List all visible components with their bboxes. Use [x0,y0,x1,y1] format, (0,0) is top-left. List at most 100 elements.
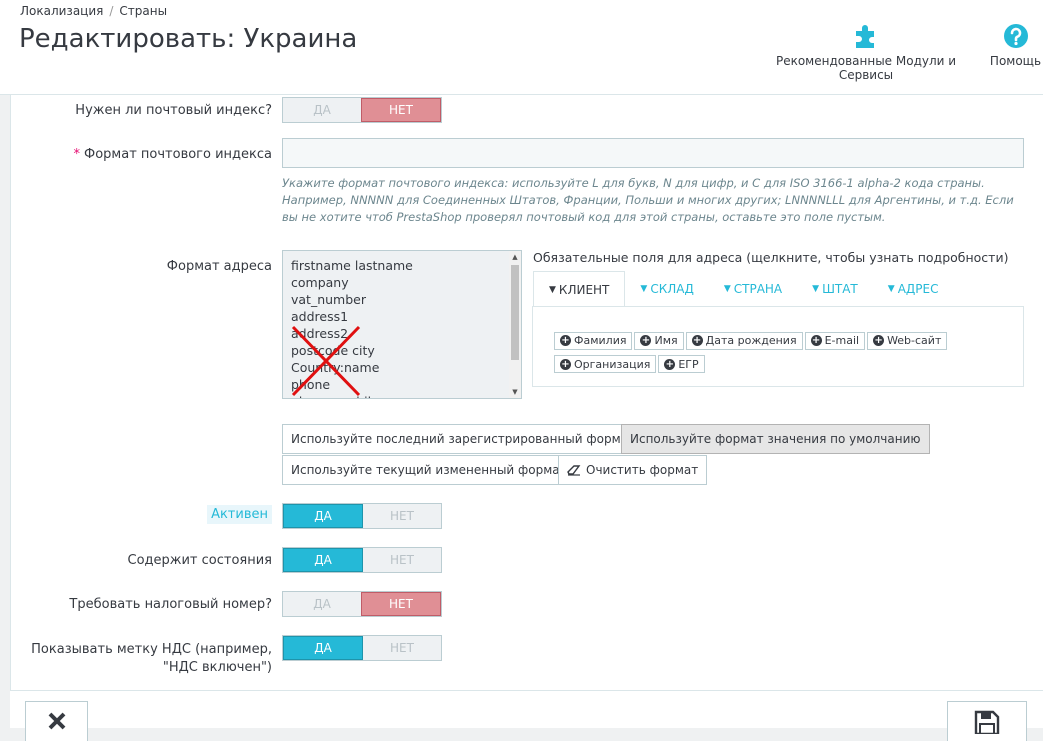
active-switch[interactable]: ДА НЕТ [282,503,442,529]
display-tax-switch[interactable]: ДА НЕТ [282,635,442,661]
address-line: vat_number [291,292,366,307]
chip-label: Организация [574,357,651,371]
address-format-label: Формат адреса [166,259,272,274]
clear-format-label: Очистить формат [586,463,699,477]
use-current-format-button[interactable]: Используйте текущий измененный формат [282,455,576,485]
active-no[interactable]: НЕТ [363,504,441,528]
chip-website[interactable]: + Web-сайт [867,331,948,350]
contains-states-yes[interactable]: ДА [283,548,363,572]
caret-down-icon: ▼ [723,284,731,294]
caret-down-icon: ▼ [887,284,895,294]
page-title: Редактировать: Украина [19,24,358,54]
contains-states-no[interactable]: НЕТ [363,548,441,572]
red-cross-mark-icon [291,325,361,397]
address-line: firstname lastname [291,258,413,273]
contains-states-switch[interactable]: ДА НЕТ [282,547,442,573]
chip-lastname[interactable]: + Фамилия [554,331,633,350]
chip-label: Дата рождения [705,334,797,347]
scrollbar-thumb[interactable] [511,265,519,360]
use-last-saved-format-button[interactable]: Используйте последний зарегистрированный… [282,424,644,454]
breadcrumb-item-localization[interactable]: Локализация [20,4,103,18]
required-fields-title: Обязательные поля для адреса (щелкните, … [533,250,1009,265]
tab-label: КЛИЕНТ [558,282,610,297]
required-fields-panel: + Фамилия + Имя + Дата рождения + E-mail + Web-са… [532,306,1024,387]
help-button[interactable]: Помощь [988,18,1043,68]
address-format-textarea[interactable]: firstname lastname company vat_number ad… [282,250,522,399]
country-form-panel: Нужен ли почтовый индекс? ДА НЕТ * Формат… [10,95,1043,690]
plus-circle-icon: + [664,358,676,370]
tab-warehouse[interactable]: ▼ СКЛАД [625,271,708,307]
chip-label: Имя [654,334,678,347]
clear-format-button[interactable]: Очистить формат [558,455,708,485]
question-circle-icon [988,18,1043,54]
scroll-down-arrow-icon[interactable]: ▼ [509,386,521,398]
tab-customer[interactable]: ▼ КЛИЕНТ [533,271,626,307]
tab-state[interactable]: ▼ ШТАТ [797,271,873,307]
display-tax-label-line1: Показывать метку НДС (например, [31,642,272,657]
active-yes[interactable]: ДА [283,504,363,528]
puzzle-icon [753,18,979,54]
need-tax-id-yes[interactable]: ДА [283,592,361,616]
plus-circle-icon: + [873,335,885,346]
close-icon [48,712,65,730]
form-footer [10,690,1043,741]
active-label: Активен [11,505,272,524]
zip-format-help: Укажите формат почтового индекса: исполь… [282,176,1014,224]
recommended-modules-button[interactable]: Рекомендованные Модули и Сервисы [753,18,979,82]
need-zip-yes[interactable]: ДА [283,98,361,122]
address-line: company [291,275,349,290]
address-format-scrollbar[interactable]: ▲ ▼ [509,251,521,398]
plus-circle-icon: + [691,335,703,346]
eraser-icon [567,465,581,476]
active-label-text: Активен [207,505,272,524]
chip-label: ЕГР [678,357,699,371]
need-zip-no[interactable]: НЕТ [361,98,441,122]
tab-label: АДРЕС [897,282,939,296]
floppy-disk-icon [974,710,1000,734]
need-zip-switch[interactable]: ДА НЕТ [282,97,442,123]
required-asterisk: * [73,147,81,162]
page-header: Локализация / Страны Редактировать: Украин… [0,0,1043,95]
help-label: Помощь [989,54,1042,68]
tab-address[interactable]: ▼ АДРЕС [873,271,954,307]
zip-format-label-text: Формат почтового индекса [84,147,272,162]
chip-birthday[interactable]: + Дата рождения [685,331,803,350]
recommended-modules-label: Рекомендованные Модули и Сервисы [775,54,957,82]
chip-siret[interactable]: + ЕГР [658,355,705,373]
display-tax-no[interactable]: НЕТ [363,636,441,660]
breadcrumb-item-countries[interactable]: Страны [119,4,167,18]
chip-firstname[interactable]: + Имя [634,331,684,350]
field-chips: + Фамилия + Имя + Дата рождения + E-mail + Web-са… [554,328,994,375]
caret-down-icon: ▼ [549,284,556,295]
use-default-format-button[interactable]: Используйте формат значения по умолчанию [621,424,930,454]
need-tax-id-label: Требовать налоговый номер? [69,597,272,612]
save-button[interactable] [947,701,1027,741]
contains-states-label: Содержит состояния [127,553,273,568]
chip-label: Web-сайт [887,334,942,347]
scroll-up-arrow-icon[interactable]: ▲ [509,251,521,263]
chip-label: Фамилия [574,334,627,347]
caret-down-icon: ▼ [640,284,648,294]
tab-label: СКЛАД [650,282,694,296]
zip-format-label: * Формат почтового индекса [11,147,272,162]
caret-down-icon: ▼ [812,284,820,294]
chip-email[interactable]: + E-mail [804,331,866,350]
cancel-button[interactable] [25,701,88,741]
chip-company[interactable]: + Организация [554,355,657,373]
need-zip-label: Нужен ли почтовый индекс? [75,103,272,118]
display-tax-yes[interactable]: ДА [283,636,363,660]
tab-country[interactable]: ▼ СТРАНА [709,271,797,307]
zip-format-input[interactable] [282,138,1024,168]
need-tax-id-no[interactable]: НЕТ [361,592,441,616]
chip-label: E-mail [824,334,860,347]
tab-label: ШТАТ [822,282,858,296]
required-fields-tabs: ▼ КЛИЕНТ ▼ СКЛАД ▼ СТРАНА ▼ ШТАТ ▼ АДРЕС [533,271,953,307]
breadcrumb: Локализация / Страны [20,4,167,18]
need-tax-id-switch[interactable]: ДА НЕТ [282,591,442,617]
plus-circle-icon: + [810,335,822,346]
display-tax-label-line2: "НДС включен") [162,660,272,675]
tab-label: СТРАНА [733,282,783,296]
breadcrumb-separator: / [109,4,114,18]
display-tax-label: Показывать метку НДС (например, "НДС вкл… [11,641,272,677]
plus-circle-icon: + [560,358,571,370]
